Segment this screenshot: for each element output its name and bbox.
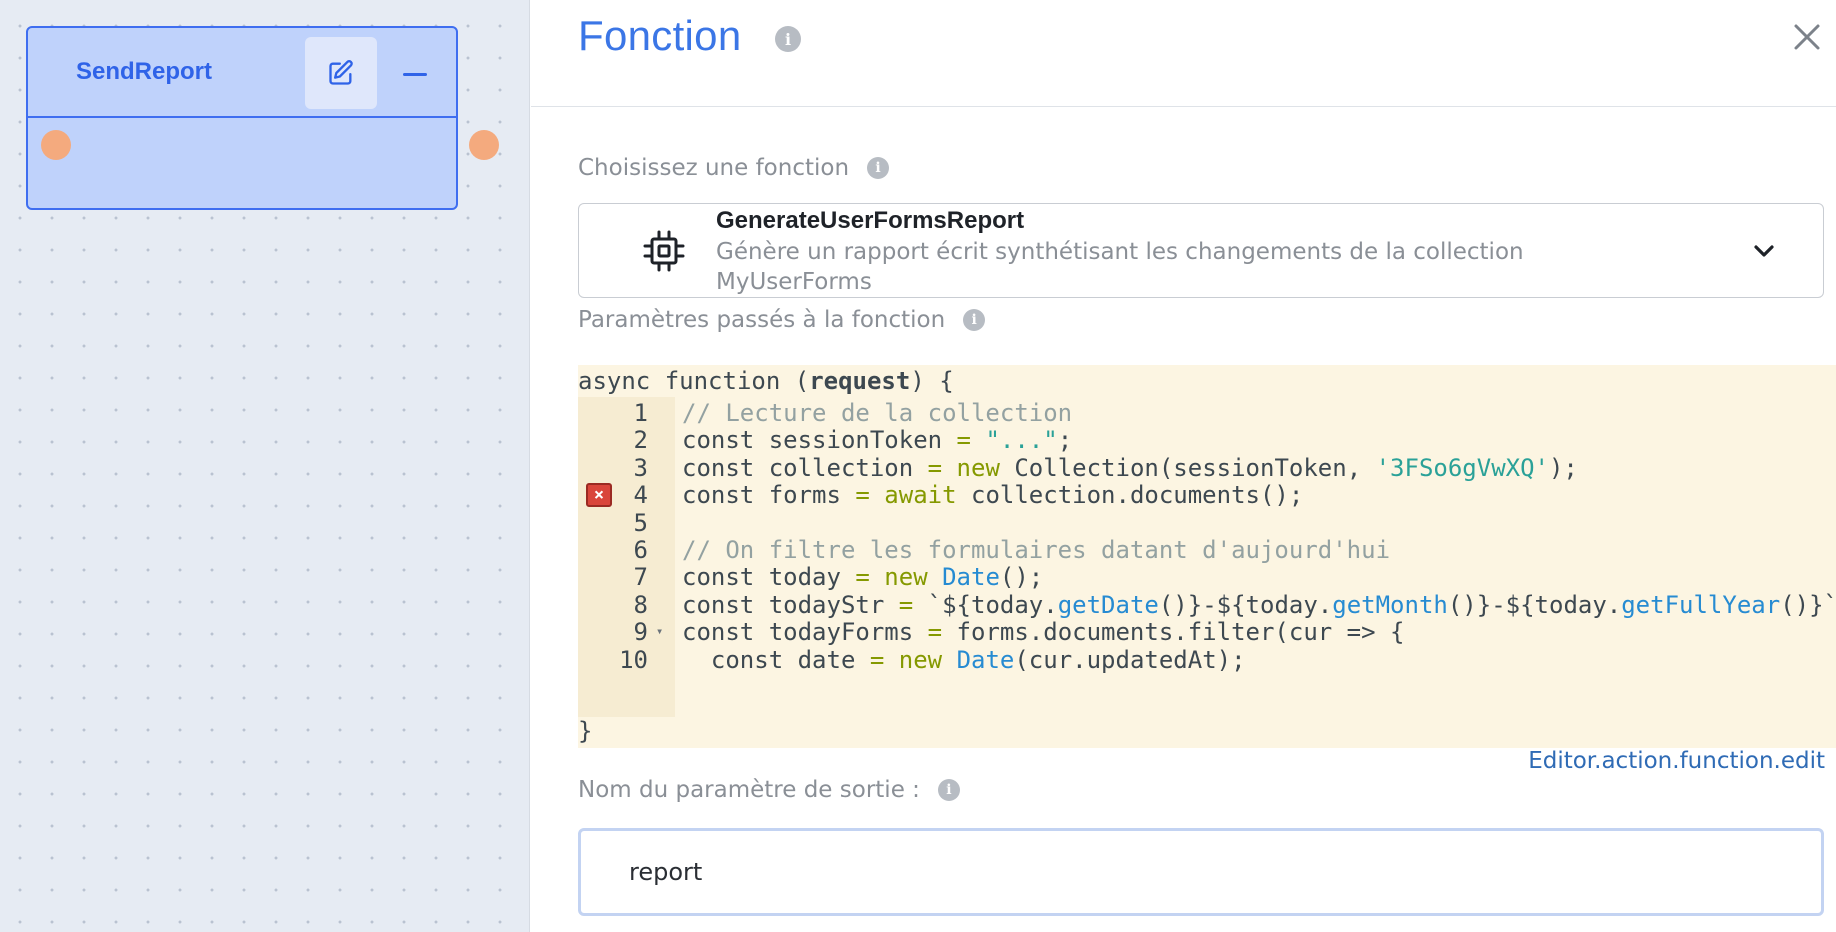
chip-icon [643,230,685,272]
app: SendReport Fonction i Choisissez une fon… [0,0,1836,932]
code-footer: } [578,715,592,747]
code-footer-text: } [578,717,593,745]
info-icon[interactable]: i [867,157,890,179]
code-line: const date = new Date(cur.updatedAt); [682,645,1246,674]
chevron-down-icon[interactable] [1749,236,1779,266]
code-editor[interactable]: async function (request) { 1// Lecture d… [578,365,1836,748]
function-select[interactable]: GenerateUserFormsReport Génère un rappor… [578,203,1824,298]
node-input-port[interactable] [41,130,71,160]
choose-function-label-text: Choisissez une fonction [578,155,850,181]
code-header-text: async function (request) { [578,367,954,395]
minus-icon [403,72,427,76]
info-icon[interactable]: i [937,779,960,801]
choose-function-label: Choisissez une fonction i [578,155,890,181]
node-collapse-button[interactable] [398,57,432,91]
close-icon[interactable] [1787,17,1827,57]
params-label-text: Paramètres passés à la fonction [578,307,946,333]
fold-arrow-icon[interactable]: ▾ [656,624,663,638]
output-label: Nom du paramètre de sortie : i [578,777,960,803]
panel-header: Fonction i [531,0,1836,107]
info-icon[interactable]: i [775,26,801,52]
output-label-text: Nom du paramètre de sortie : [578,777,920,803]
selected-function-name: GenerateUserFormsReport [716,207,1025,234]
node-title: SendReport [76,58,213,85]
code-line: const forms = await collection.documents… [682,481,1304,510]
function-panel: Fonction i Choisissez une fonction i Gene… [531,0,1836,932]
node-header: SendReport [28,28,456,118]
code-header: async function (request) { [578,365,954,397]
edit-function-link[interactable]: Editor.action.function.edit [1512,748,1825,774]
info-icon[interactable]: i [963,309,986,331]
function-node[interactable]: SendReport [26,26,499,210]
flow-canvas[interactable]: SendReport [0,0,530,932]
node-edit-button[interactable] [305,37,377,109]
selected-function-description: Génère un rapport écrit synthétisant les… [716,239,1524,295]
edit-icon [329,60,353,85]
line-number: 10 [619,645,648,674]
output-param-input[interactable]: report [578,828,1824,916]
node-output-port[interactable] [469,130,499,160]
error-icon[interactable]: × [586,483,612,508]
params-label: Paramètres passés à la fonction i [578,307,986,333]
panel-title: Fonction [578,12,742,59]
